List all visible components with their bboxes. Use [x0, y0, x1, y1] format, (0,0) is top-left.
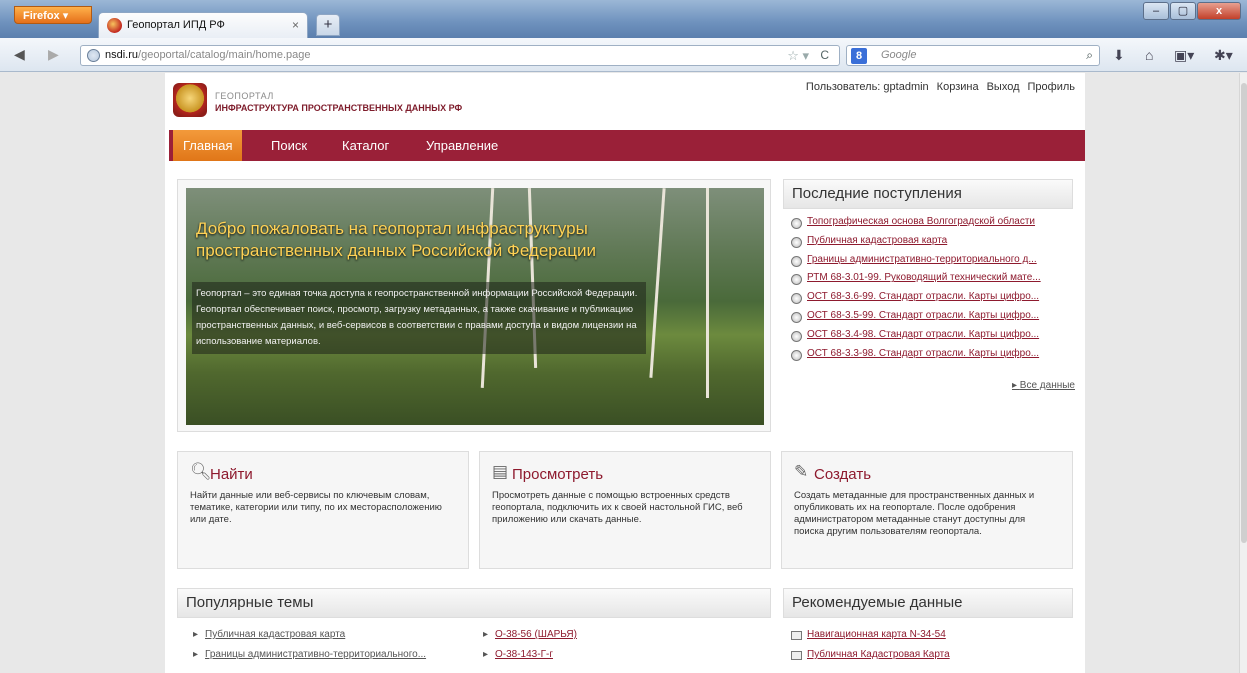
view-card[interactable]: ▤ Просмотреть Просмотреть данные с помощ… — [479, 451, 771, 569]
browser-titlebar: Firefox ▾ Геопортал ИПД РФ × + – ▢ x — [0, 0, 1247, 38]
birch-trunk — [706, 188, 709, 398]
firefox-menu-label: Firefox — [23, 10, 60, 22]
popular-title: Популярные темы — [186, 594, 314, 611]
create-card-text: Создать метаданные для пространственных … — [794, 490, 1035, 537]
recommended-title: Рекомендуемые данные — [792, 594, 963, 611]
recent-item[interactable]: ОСТ 68-3.3-98. Стандарт отрасли. Карты ц… — [791, 348, 1073, 367]
minimize-button[interactable]: – — [1143, 2, 1169, 20]
find-card[interactable]: 🔍︎ Найти Найти данные или веб-сервисы по… — [177, 451, 469, 569]
logout-link[interactable]: Выход — [987, 81, 1020, 93]
edit-icon: ✎ — [794, 462, 809, 481]
popular-item[interactable]: Публичная кадастровая карта — [193, 629, 426, 649]
search-bar[interactable]: 8 Google ⌕ — [846, 45, 1100, 66]
user-bar: Пользователь: gptadmin Корзина Выход Про… — [806, 81, 1075, 93]
welcome-banner-image: Добро пожаловать на геопортал инфраструк… — [186, 188, 764, 425]
main-menu: Главная Поиск Каталог Управление — [169, 130, 1085, 161]
welcome-panel: Добро пожаловать на геопортал инфраструк… — [177, 179, 771, 432]
search-engine-icon[interactable]: 8 — [851, 48, 867, 64]
recent-item[interactable]: ОСТ 68-3.6-99. Стандарт отрасли. Карты ц… — [791, 291, 1073, 310]
recent-item[interactable]: Границы административно-территориального… — [791, 254, 1073, 273]
find-card-title[interactable]: Найти — [210, 466, 253, 483]
recent-item[interactable]: ОСТ 68-3.5-99. Стандарт отрасли. Карты ц… — [791, 310, 1073, 329]
popular-item[interactable]: О-38-56 (ШАРЬЯ) — [483, 629, 577, 649]
geoportal-page: ГЕОПОРТАЛ ИНФРАСТРУКТУРА ПРОСТРАНСТВЕННЫ… — [165, 73, 1085, 673]
recent-item[interactable]: ОСТ 68-3.4-98. Стандарт отрасли. Карты ц… — [791, 329, 1073, 348]
all-data-link[interactable]: ▸ Все данные — [1012, 380, 1075, 391]
menu-item-management[interactable]: Управление — [416, 130, 508, 161]
popular-list-col1: Публичная кадастровая карта Границы адми… — [193, 629, 426, 669]
globe-icon — [791, 274, 802, 286]
recommended-item[interactable]: Публичная Кадастровая Карта — [791, 649, 950, 669]
recommended-item[interactable]: Навигационная карта N-34-54 — [791, 629, 950, 649]
view-card-text: Просмотреть данные с помощью встроенных … — [492, 490, 743, 525]
recent-header: Последние поступления — [783, 179, 1073, 209]
menu-item-search[interactable]: Поиск — [261, 130, 317, 161]
search-engine-placeholder: Google — [881, 49, 917, 61]
create-card-title[interactable]: Создать — [814, 466, 871, 483]
globe-icon — [791, 330, 802, 342]
page-scrollbar[interactable] — [1239, 73, 1247, 673]
recent-item[interactable]: Публичная кадастровая карта — [791, 235, 1073, 254]
globe-icon — [791, 218, 802, 229]
map-icon — [791, 651, 802, 660]
document-icon: ▤ — [492, 462, 509, 481]
reload-icon[interactable]: C — [820, 48, 829, 62]
menu-item-catalog[interactable]: Каталог — [332, 130, 399, 161]
create-card[interactable]: ✎ Создать Создать метаданные для простра… — [781, 451, 1073, 569]
addon-icon[interactable]: ✱▾ — [1214, 47, 1233, 64]
welcome-title: Добро пожаловать на геопортал инфраструк… — [196, 219, 596, 260]
popular-item[interactable]: О-38-143-Г-г — [483, 649, 577, 669]
browser-tab[interactable]: Геопортал ИПД РФ × — [98, 12, 308, 38]
menu-item-home[interactable]: Главная — [173, 130, 243, 161]
browser-navbar: ◀ ▶ nsdi.ru/geoportal/catalog/main/home.… — [0, 38, 1247, 72]
russian-emblem-icon[interactable] — [173, 83, 207, 117]
globe-icon — [791, 293, 802, 305]
recommended-header: Рекомендуемые данные — [783, 588, 1073, 618]
birch-trunk — [649, 188, 666, 378]
url-text[interactable]: nsdi.ru/geoportal/catalog/main/home.page — [105, 49, 310, 61]
popular-item[interactable]: Границы административно-территориального… — [193, 649, 426, 669]
search-icon[interactable]: ⌕ — [1086, 48, 1093, 63]
new-tab-button[interactable]: + — [316, 14, 340, 36]
globe-icon — [791, 349, 802, 361]
logo-subtitle[interactable]: ГЕОПОРТАЛ — [215, 91, 274, 101]
back-arrow-icon[interactable]: ◀ — [14, 46, 25, 63]
view-card-title[interactable]: Просмотреть — [512, 466, 603, 483]
globe-icon — [791, 236, 802, 248]
globe-icon — [791, 255, 802, 267]
welcome-text: Геопортал – это единая точка доступа к г… — [192, 282, 646, 354]
tab-close-icon[interactable]: × — [292, 18, 299, 32]
url-bar[interactable]: nsdi.ru/geoportal/catalog/main/home.page… — [80, 45, 840, 66]
current-user: Пользователь: gptadmin — [805, 81, 929, 93]
logo-title[interactable]: ИНФРАСТРУКТУРА ПРОСТРАНСТВЕННЫХ ДАННЫХ Р… — [215, 103, 462, 113]
recent-item[interactable]: Топографическая основа Волгоградской обл… — [791, 216, 1073, 235]
map-icon — [791, 631, 802, 640]
site-favicon-icon — [107, 18, 122, 33]
close-window-button[interactable]: x — [1197, 2, 1241, 20]
recent-title: Последние поступления — [792, 185, 962, 202]
maximize-button[interactable]: ▢ — [1170, 2, 1196, 20]
scrollbar-thumb[interactable] — [1241, 83, 1247, 543]
window-controls: – ▢ x — [1142, 2, 1241, 22]
magnifier-icon: 🔍︎ — [190, 462, 212, 481]
profile-link[interactable]: Профиль — [1028, 81, 1076, 93]
recent-list: Топографическая основа Волгоградской обл… — [791, 216, 1073, 366]
popular-header: Популярные темы — [177, 588, 771, 618]
firefox-menu-button[interactable]: Firefox ▾ — [14, 6, 92, 24]
home-icon[interactable]: ⌂ — [1145, 47, 1153, 63]
popular-list-col2: О-38-56 (ШАРЬЯ) О-38-143-Г-г — [483, 629, 577, 669]
site-identity-icon[interactable] — [87, 49, 100, 62]
bookmark-star-icon[interactable]: ☆ ▾ — [787, 48, 809, 64]
toolbar-menu-icon[interactable]: ▣▾ — [1174, 47, 1194, 64]
recommended-list: Навигационная карта N-34-54 Публичная Ка… — [791, 629, 950, 669]
recent-item[interactable]: РТМ 68-3.01-99. Руководящий технический … — [791, 272, 1073, 291]
tab-title: Геопортал ИПД РФ — [127, 19, 225, 31]
globe-icon — [791, 311, 802, 323]
cart-link[interactable]: Корзина — [937, 81, 979, 93]
find-card-text: Найти данные или веб-сервисы по ключевым… — [190, 490, 442, 525]
forward-arrow-icon[interactable]: ▶ — [48, 46, 59, 63]
download-icon[interactable]: ⬇ — [1113, 47, 1125, 64]
